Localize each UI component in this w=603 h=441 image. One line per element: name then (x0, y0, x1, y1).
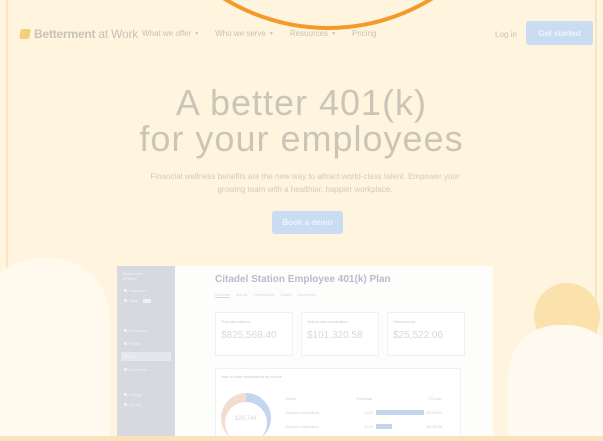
table-header-source: Source (286, 397, 297, 401)
stat-label: Total plan balance (221, 320, 250, 324)
tab-overview[interactable]: Overview (215, 293, 230, 298)
logo-icon (19, 29, 31, 39)
share-bar (376, 410, 424, 415)
document-icon (124, 368, 127, 371)
sidebar-brand-suffix: at Work (123, 276, 137, 281)
sidebar-item-settings[interactable]: Settings (121, 390, 171, 399)
sidebar-section-divider: — (124, 320, 127, 324)
tasks-icon (124, 299, 127, 302)
decorative-cloud-left (0, 258, 110, 441)
sidebar-item-tasks[interactable]: Tasks (121, 296, 171, 305)
table-row-value: $25,352.38 (426, 425, 442, 429)
sidebar-item-label: Dashboard (129, 288, 147, 293)
decorative-cloud-right (508, 325, 603, 441)
people-icon (124, 329, 127, 332)
chevron-down-icon: ▼ (194, 30, 200, 37)
logout-icon (124, 403, 127, 406)
table-row-source: Employer contributions (286, 425, 319, 429)
plan-tabs: Overview Activity Contributions Assets D… (215, 293, 316, 298)
nav-item-label: What we offer (142, 29, 192, 38)
nav-item-label: Who we serve (215, 29, 266, 38)
nav-item-label: Pricing (352, 29, 377, 38)
nav-item-what-we-offer[interactable]: What we offer ▼ (142, 29, 199, 38)
sidebar-item-label: Plan (129, 354, 137, 359)
table-row-source: Employee contributions (286, 411, 320, 415)
count-badge (143, 298, 152, 303)
stat-value: $825,568.40 (221, 330, 277, 341)
sidebar-item-logout[interactable]: Log out (121, 400, 171, 409)
sidebar-item-label: Documents (129, 367, 148, 372)
sidebar-item-payroll[interactable]: Payroll (121, 339, 171, 348)
nav-item-label: Resources (289, 29, 329, 38)
top-nav: Betterment at Work What we offer ▼ Who w… (0, 18, 603, 54)
stat-label: Year-to-date contributions (307, 320, 349, 324)
home-icon (124, 289, 127, 292)
gear-icon (124, 393, 127, 396)
sidebar-item-documents[interactable]: Documents (121, 365, 171, 374)
table-row-percentage: 74.9% (364, 411, 374, 415)
login-link[interactable]: Log in (495, 30, 517, 39)
stat-card-plan-balance: Total plan balance $825,568.40 (215, 312, 293, 356)
nav-item-pricing[interactable]: Pricing (352, 29, 376, 38)
share-bar (376, 424, 393, 429)
decorative-border-bottom (0, 436, 603, 441)
nav-item-who-we-serve[interactable]: Who we serve ▼ (215, 29, 274, 38)
plan-title: Citadel Station Employee 401(k) Plan (215, 274, 391, 285)
table-header-ytd: YTD total (428, 397, 442, 401)
chevron-down-icon: ▼ (268, 30, 274, 37)
stat-card-ytd-contributions: Year-to-date contributions $101,320.58 (301, 312, 379, 356)
sidebar-item-label: Tasks (129, 298, 139, 303)
hero-subtitle: Financial wellness benefits are the new … (150, 172, 460, 194)
brand-logo[interactable]: Betterment at Work (19, 27, 139, 41)
donut-value: $25,744 (235, 416, 257, 422)
table-row-value: $75,968.20 (426, 411, 442, 415)
tab-documents[interactable]: Documents (297, 293, 315, 298)
hero-title-line-2: for your employees (139, 118, 464, 159)
sidebar-item-label: Payroll (129, 341, 140, 346)
sidebar-item-label: Log out (129, 402, 141, 407)
sidebar-item-label: Employees (129, 328, 147, 333)
table-row-percentage: 25.1% (364, 425, 374, 429)
sidebar-item-label: Settings (129, 392, 142, 397)
book-demo-button[interactable]: Book a demo (272, 211, 343, 234)
get-started-button[interactable]: Get started (526, 21, 593, 45)
tab-activity[interactable]: Activity (236, 293, 247, 298)
plan-icon (124, 355, 127, 358)
stat-value: $25,522.06 (393, 330, 444, 341)
nav-item-resources[interactable]: Resources ▼ (290, 29, 336, 38)
table-header-percentage: Percentage (356, 397, 373, 401)
chevron-down-icon: ▼ (331, 30, 337, 37)
stat-value: $101,320.58 (307, 330, 363, 341)
dashboard-sidebar: Betterment at Work Dashboard Tasks — Emp… (117, 266, 175, 441)
chart-title: Year-to-date contributions by source (221, 375, 282, 379)
dashboard-preview: Betterment at Work Dashboard Tasks — Emp… (117, 266, 493, 441)
dashboard-main: Citadel Station Employee 401(k) Plan Ove… (175, 266, 493, 441)
sidebar-item-dashboard[interactable]: Dashboard (121, 286, 171, 295)
brand-suffix: at Work (98, 27, 139, 41)
sidebar-item-employees[interactable]: Employees (121, 326, 171, 335)
sidebar-item-plan[interactable]: Plan (121, 352, 171, 361)
tab-contributions[interactable]: Contributions (253, 293, 274, 298)
stat-label: Total earnings (393, 320, 416, 324)
hero-title-line-1: A better 401(k) (175, 82, 428, 123)
brand-name: Betterment (34, 27, 96, 41)
sidebar-brand: Betterment at Work (123, 271, 143, 281)
hero-title: A better 401(k) for your employees (0, 85, 603, 157)
tab-assets[interactable]: Assets (281, 293, 292, 298)
nav-links: What we offer ▼ Who we serve ▼ Resources… (142, 29, 376, 38)
contributions-by-source-card: Year-to-date contributions by source $25… (215, 368, 461, 441)
stat-card-earnings: Total earnings $25,522.06 (387, 312, 465, 356)
payroll-icon (124, 342, 127, 345)
